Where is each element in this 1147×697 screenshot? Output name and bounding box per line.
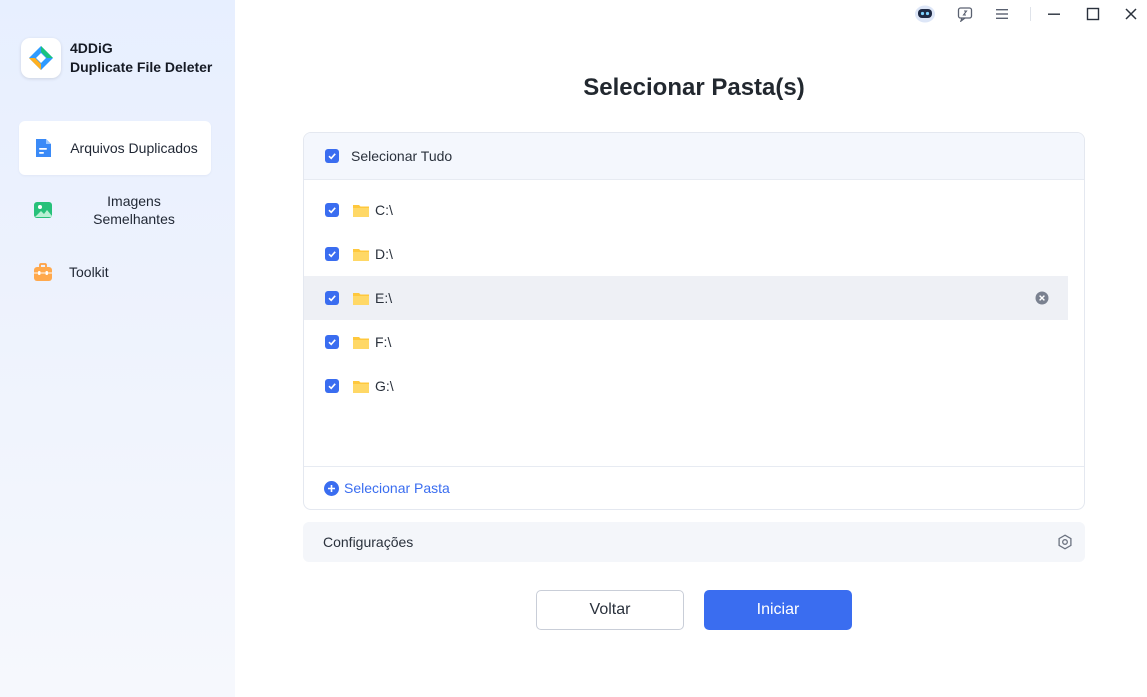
sidebar-item-label: Arquivos Duplicados xyxy=(70,140,198,156)
sidebar-item-label: Imagens Semelhantes xyxy=(93,193,175,227)
drive-checkbox[interactable] xyxy=(325,247,339,261)
minimize-icon[interactable] xyxy=(1043,4,1065,24)
folder-icon xyxy=(353,204,369,217)
sidebar-item-label: Toolkit xyxy=(69,264,109,280)
toolbox-icon xyxy=(34,263,52,281)
drive-label: E:\ xyxy=(375,290,393,306)
app-logo-icon xyxy=(21,38,61,78)
add-folder-label: Selecionar Pasta xyxy=(344,480,450,496)
drive-label: C:\ xyxy=(375,202,393,218)
folder-icon xyxy=(353,292,369,305)
panel-footer: Selecionar Pasta xyxy=(304,466,1084,509)
settings-bar[interactable]: Configurações xyxy=(303,522,1085,562)
document-icon xyxy=(36,139,51,157)
drive-row-g[interactable]: G:\ xyxy=(304,364,1068,408)
app-subtitle: Duplicate File Deleter xyxy=(70,59,213,75)
close-icon[interactable] xyxy=(1120,4,1142,24)
drive-checkbox[interactable] xyxy=(325,291,339,305)
menu-icon[interactable] xyxy=(991,4,1013,24)
drive-row-d[interactable]: D:\ xyxy=(304,232,1068,276)
sidebar-item-toolkit[interactable]: Toolkit xyxy=(19,245,211,299)
select-all-checkbox[interactable] xyxy=(325,149,339,163)
sidebar: 4DDiG Duplicate File Deleter Arquivos Du… xyxy=(0,0,235,697)
add-folder-button[interactable]: Selecionar Pasta xyxy=(324,480,450,496)
start-button[interactable]: Iniciar xyxy=(704,590,852,630)
drive-row-c[interactable]: C:\ xyxy=(304,188,1068,232)
folder-icon xyxy=(353,248,369,261)
maximize-icon[interactable] xyxy=(1082,4,1104,24)
folder-selection-panel: Selecionar Tudo C:\ D:\ E:\ F:\ G:\ Sele… xyxy=(303,132,1085,510)
drive-label: F:\ xyxy=(375,334,392,350)
select-all-label: Selecionar Tudo xyxy=(351,148,453,164)
folder-icon xyxy=(353,336,369,349)
brand: 4DDiG Duplicate File Deleter xyxy=(21,38,212,78)
select-all-row: Selecionar Tudo xyxy=(304,133,1084,180)
assistant-robot-icon[interactable] xyxy=(914,4,936,24)
feedback-icon[interactable] xyxy=(954,4,976,24)
settings-gear-icon[interactable] xyxy=(1057,534,1073,550)
back-button[interactable]: Voltar xyxy=(536,590,684,630)
drive-label: G:\ xyxy=(375,378,394,394)
settings-label: Configurações xyxy=(323,534,414,550)
page-title: Selecionar Pasta(s) xyxy=(583,74,805,101)
drive-row-f[interactable]: F:\ xyxy=(304,320,1068,364)
drive-row-e[interactable]: E:\ xyxy=(304,276,1068,320)
sidebar-item-similar-images[interactable]: Imagens Semelhantes xyxy=(19,183,211,237)
app-name: 4DDiG xyxy=(70,40,113,56)
remove-icon[interactable] xyxy=(1035,291,1049,305)
drive-label: D:\ xyxy=(375,246,393,262)
image-icon xyxy=(34,202,52,218)
titlebar-divider xyxy=(1030,7,1031,21)
drive-checkbox[interactable] xyxy=(325,335,339,349)
plus-circle-icon xyxy=(324,480,339,496)
drive-checkbox[interactable] xyxy=(325,379,339,393)
drive-checkbox[interactable] xyxy=(325,203,339,217)
sidebar-item-duplicate-files[interactable]: Arquivos Duplicados xyxy=(19,121,211,175)
folder-icon xyxy=(353,380,369,393)
